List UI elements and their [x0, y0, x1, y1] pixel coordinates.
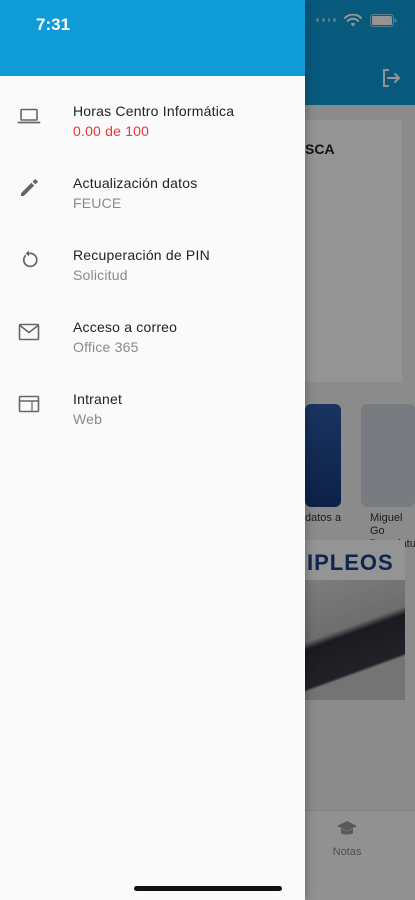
menu-item-title: Intranet: [73, 391, 123, 407]
menu-item-title: Actualización datos: [73, 175, 198, 191]
browser-window-icon: [18, 395, 40, 413]
refresh-icon: [22, 250, 38, 268]
navigation-drawer: 7:31 Horas Centro Informática 0.00 de 10…: [0, 0, 305, 900]
home-indicator: [134, 886, 282, 891]
menu-item-subtitle: Solicitud: [73, 267, 128, 283]
status-time: 7:31: [36, 15, 71, 34]
menu-item-horas-centro[interactable]: Horas Centro Informática 0.00 de 100: [0, 90, 305, 162]
menu-item-recuperacion-pin[interactable]: Recuperación de PIN Solicitud: [0, 234, 305, 306]
menu-item-title: Recuperación de PIN: [73, 247, 210, 263]
menu-item-subtitle: Office 365: [73, 339, 139, 355]
mail-icon: [18, 323, 40, 341]
menu-item-title: Acceso a correo: [73, 319, 178, 335]
menu-item-subtitle: 0.00 de 100: [73, 123, 150, 139]
menu-item-actualizacion[interactable]: Actualización datos FEUCE: [0, 162, 305, 234]
menu-item-title: Horas Centro Informática: [73, 103, 235, 119]
menu-item-subtitle: FEUCE: [73, 195, 122, 211]
menu-item-correo[interactable]: Acceso a correo Office 365: [0, 306, 305, 378]
menu-item-intranet[interactable]: Intranet Web: [0, 378, 305, 450]
menu-item-subtitle: Web: [73, 411, 103, 427]
drawer-menu: Horas Centro Informática 0.00 de 100 Act…: [0, 90, 305, 450]
laptop-icon: [17, 108, 41, 124]
pencil-icon: [21, 179, 38, 196]
drawer-header: 7:31: [0, 0, 305, 76]
